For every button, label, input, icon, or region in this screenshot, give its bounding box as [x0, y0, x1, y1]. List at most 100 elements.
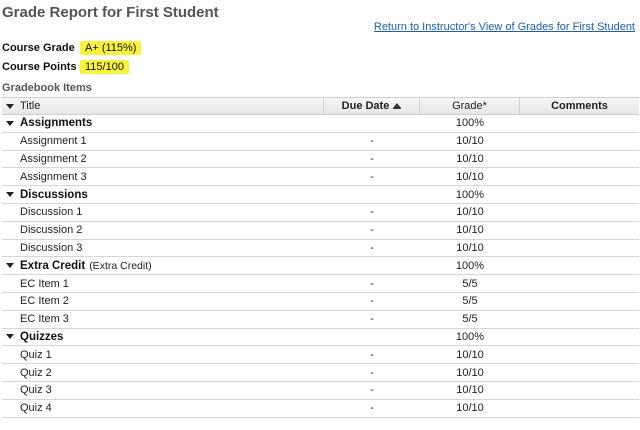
table-row: Quiz 4 - 10/10 [2, 400, 639, 418]
item-due-date: - [370, 384, 374, 397]
title-column-label: Title [20, 100, 41, 112]
category-title-cell: Assignments [20, 115, 92, 132]
item-due-date: - [370, 402, 374, 415]
item-comments [520, 133, 639, 150]
item-comments [520, 293, 639, 310]
category-title-cell: Quizzes [20, 329, 63, 346]
category-comments-cell [520, 115, 639, 132]
table-row: Quiz 3 - 10/10 [2, 382, 639, 400]
gradebook-table: Title Due Date Grade* Comments Assignmen… [2, 97, 639, 418]
category-due-cell [324, 257, 420, 274]
item-title: EC Item 1 [20, 277, 69, 290]
item-due-date: - [370, 135, 374, 148]
table-row: Quiz 1 - 10/10 [2, 346, 639, 365]
return-to-instructor-view-link[interactable]: Return to Instructor's View of Grades fo… [374, 21, 635, 33]
category-collapse-toggle[interactable] [4, 257, 16, 274]
item-comments [520, 275, 639, 292]
category-name: Quizzes [20, 330, 64, 343]
item-due-date: - [370, 295, 374, 308]
table-row: Discussion 2 - 10/10 [2, 222, 639, 240]
category-row: Extra Credit (Extra Credit) 100% [2, 257, 639, 276]
caret-down-icon [6, 103, 14, 109]
category-row: Discussions 100% [2, 186, 639, 204]
item-title: Quiz 4 [20, 402, 52, 415]
sort-ascending-icon [393, 102, 402, 109]
course-points-row: Course Points 115/100 [2, 57, 141, 76]
category-name: Discussions [20, 188, 88, 201]
item-title: Quiz 1 [20, 348, 52, 361]
category-comments-cell [520, 186, 639, 203]
category-title-cell: Discussions [20, 186, 88, 203]
due-date-column-header[interactable]: Due Date [324, 98, 420, 114]
item-title: Quiz 2 [20, 366, 52, 379]
item-comments [520, 240, 639, 257]
grade-summary: Course Grade A+ (115%) Course Points 115… [2, 38, 142, 76]
course-points-value: 115/100 [80, 59, 129, 74]
item-grade: 10/10 [456, 366, 484, 379]
course-points-label: Course Points [2, 60, 77, 73]
item-comments [520, 382, 639, 399]
item-title: EC Item 3 [20, 313, 69, 326]
page-title: Grade Report for First Student [2, 4, 219, 21]
table-row: EC Item 3 - 5/5 [2, 311, 639, 329]
item-grade: 5/5 [462, 277, 478, 290]
item-title: Discussion 3 [20, 241, 83, 254]
item-due-date: - [370, 170, 374, 183]
table-row: Quiz 2 - 10/10 [2, 364, 639, 382]
item-grade: 10/10 [456, 402, 484, 415]
category-row: Assignments 100% [2, 115, 639, 133]
gradebook-body: Assignments 100% Assignment 1-10/10 Assignm… [2, 115, 639, 418]
course-grade-row: Course Grade A+ (115%) [2, 38, 142, 57]
category-grade: 100% [455, 117, 485, 130]
item-comments [520, 222, 639, 239]
item-title: Assignment 2 [20, 152, 87, 165]
category-grade: 100% [455, 330, 485, 343]
item-grade: 10/10 [456, 206, 484, 219]
item-due-date: - [370, 206, 374, 219]
item-grade: 10/10 [456, 152, 484, 165]
item-grade: 10/10 [456, 241, 484, 254]
item-due-date: - [370, 241, 374, 254]
category-comments-cell [520, 257, 639, 274]
category-grade: 100% [455, 259, 485, 272]
item-title: Assignment 1 [20, 135, 87, 148]
category-due-cell [324, 329, 420, 346]
table-row: Assignment 1 - 10/10 [2, 133, 639, 151]
item-grade: 10/10 [456, 224, 484, 237]
category-collapse-toggle[interactable] [4, 115, 16, 132]
item-title: Discussion 1 [20, 206, 83, 219]
caret-down-icon [6, 192, 14, 198]
item-grade: 10/10 [456, 384, 484, 397]
table-row: Discussion 1 - 10/10 [2, 204, 639, 222]
collapse-all-toggle[interactable] [4, 98, 16, 114]
table-row: Assignment 2 - 10/10 [2, 151, 639, 169]
title-column-header[interactable]: Title [20, 98, 324, 114]
item-due-date: - [370, 277, 374, 290]
category-note: (Extra Credit) [89, 259, 152, 272]
course-grade-label: Course Grade [2, 41, 75, 54]
category-name: Assignments [20, 117, 93, 130]
table-row: Discussion 3 - 10/10 [2, 240, 639, 258]
item-title: EC Item 2 [20, 295, 69, 308]
item-grade: 10/10 [456, 348, 484, 361]
item-grade: 10/10 [456, 170, 484, 183]
item-title: Quiz 3 [20, 384, 52, 397]
category-row: Quizzes 100% [2, 329, 639, 347]
comments-column-label: Comments [551, 100, 608, 112]
due-date-column-label: Due Date [341, 100, 390, 112]
item-title: Discussion 2 [20, 224, 83, 237]
category-collapse-toggle[interactable] [4, 329, 16, 346]
category-due-cell [324, 186, 420, 203]
item-comments [520, 400, 639, 417]
category-collapse-toggle[interactable] [4, 186, 16, 203]
grade-column-header[interactable]: Grade* [420, 98, 520, 114]
item-grade: 5/5 [462, 295, 478, 308]
item-comments [520, 151, 639, 168]
item-due-date: - [370, 152, 374, 165]
item-comments [520, 311, 639, 328]
grade-column-label: Grade* [452, 100, 487, 112]
item-comments [520, 346, 639, 363]
item-due-date: - [370, 224, 374, 237]
item-due-date: - [370, 366, 374, 379]
item-due-date: - [370, 348, 374, 361]
